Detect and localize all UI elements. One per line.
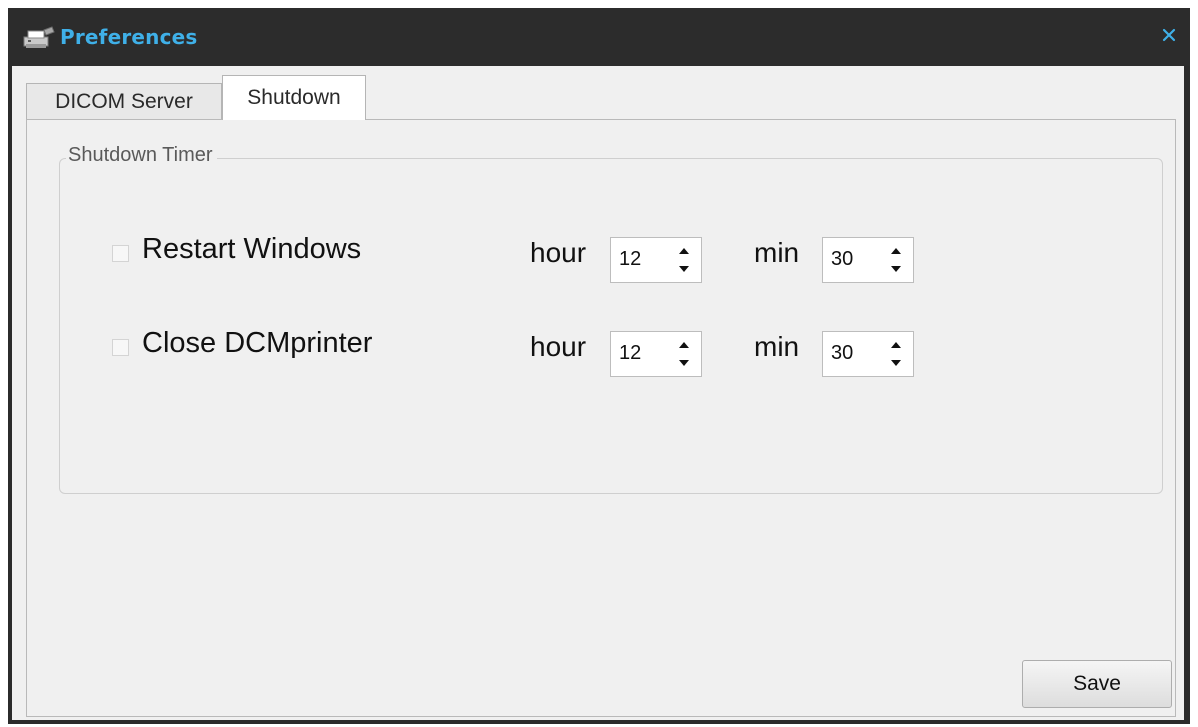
- arrow-up-icon: [891, 342, 901, 348]
- shutdown-tab-page: Shutdown Timer Restart Windows hour 12 m…: [26, 119, 1176, 717]
- close-dcmprinter-checkbox[interactable]: [112, 339, 129, 356]
- restart-windows-label[interactable]: Restart Windows: [142, 233, 361, 266]
- spinner-value[interactable]: 12: [619, 248, 641, 271]
- hour-label: hour: [530, 331, 587, 362]
- window-client-area: DICOM Server Shutdown Shutdown Timer Res…: [12, 66, 1184, 720]
- arrow-up-icon: [891, 248, 901, 254]
- close-icon: [1162, 28, 1176, 42]
- group-title: Shutdown Timer: [66, 144, 217, 167]
- tab-dicom-server[interactable]: DICOM Server: [26, 83, 222, 119]
- arrow-up-icon: [679, 248, 689, 254]
- close-dcmprinter-row: Close DCMprinter hour 12 min 30: [60, 321, 1162, 377]
- spinner-value[interactable]: 30: [831, 342, 853, 365]
- shutdown-timer-group: Shutdown Timer Restart Windows hour 12 m…: [59, 144, 1163, 494]
- min-label: min: [754, 331, 800, 362]
- min-label: min: [754, 237, 800, 268]
- spinner-up-button[interactable]: [883, 242, 909, 260]
- arrow-down-icon: [891, 266, 901, 272]
- close-button[interactable]: [1156, 22, 1182, 48]
- spinner-buttons: [883, 336, 909, 372]
- window-title: Preferences: [60, 25, 198, 49]
- arrow-up-icon: [679, 342, 689, 348]
- title-bar[interactable]: Preferences: [8, 8, 1190, 66]
- close-min-spinner[interactable]: 30: [822, 331, 914, 377]
- arrow-down-icon: [679, 360, 689, 366]
- spinner-up-button[interactable]: [671, 242, 697, 260]
- restart-hour-spinner[interactable]: 12: [610, 237, 702, 283]
- spinner-buttons: [671, 336, 697, 372]
- spinner-up-button[interactable]: [883, 336, 909, 354]
- restart-min-spinner[interactable]: 30: [822, 237, 914, 283]
- spinner-buttons: [671, 242, 697, 278]
- printer-icon: [23, 26, 55, 48]
- spinner-value[interactable]: 12: [619, 342, 641, 365]
- spinner-value[interactable]: 30: [831, 248, 853, 271]
- restart-windows-checkbox[interactable]: [112, 245, 129, 262]
- spinner-up-button[interactable]: [671, 336, 697, 354]
- spinner-down-button[interactable]: [671, 354, 697, 372]
- tab-shutdown[interactable]: Shutdown: [222, 75, 366, 120]
- hour-label: hour: [530, 237, 587, 268]
- spinner-down-button[interactable]: [671, 260, 697, 278]
- restart-windows-row: Restart Windows hour 12 min 30: [60, 227, 1162, 283]
- spinner-down-button[interactable]: [883, 354, 909, 372]
- preferences-window: Preferences DICOM Server Shutdown Shutdo…: [8, 8, 1190, 724]
- arrow-down-icon: [679, 266, 689, 272]
- arrow-down-icon: [891, 360, 901, 366]
- save-button[interactable]: Save: [1022, 660, 1172, 708]
- spinner-buttons: [883, 242, 909, 278]
- spinner-down-button[interactable]: [883, 260, 909, 278]
- close-dcmprinter-label[interactable]: Close DCMprinter: [142, 327, 372, 360]
- close-hour-spinner[interactable]: 12: [610, 331, 702, 377]
